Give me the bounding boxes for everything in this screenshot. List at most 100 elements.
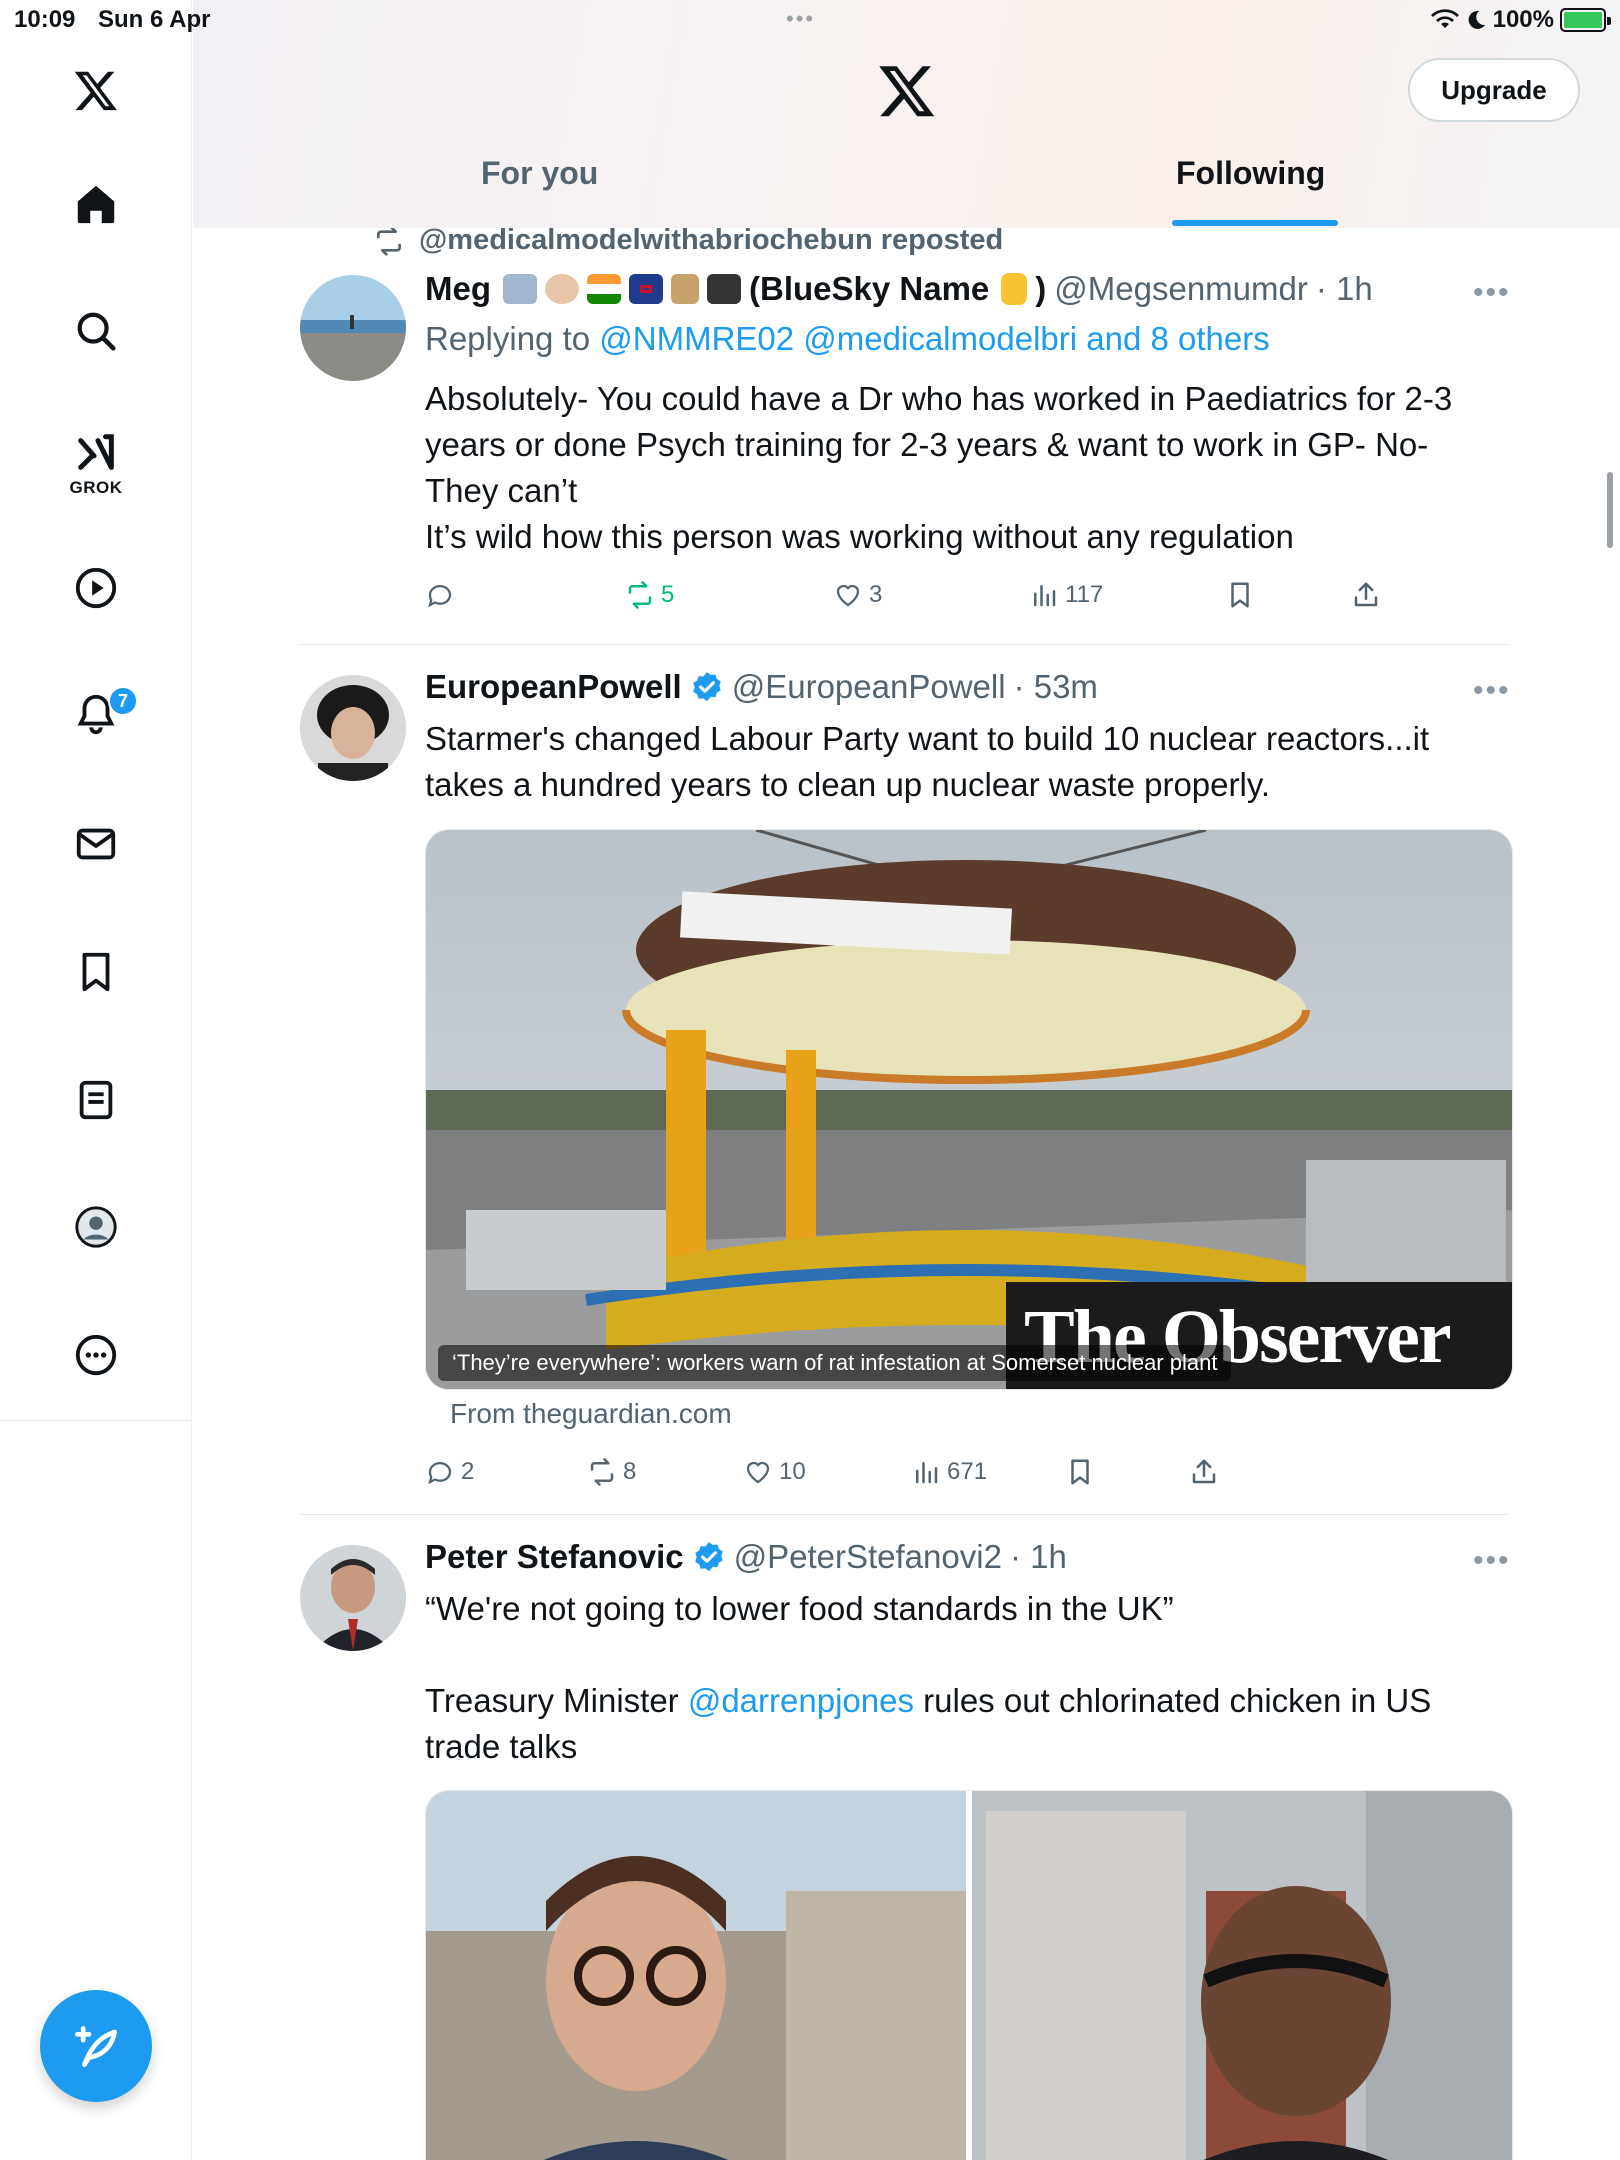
repost-button[interactable]: 8	[587, 1457, 636, 1487]
views-button[interactable]: 117	[1029, 580, 1103, 610]
family-emoji-icon	[503, 274, 537, 304]
bookmark-icon	[1231, 582, 1249, 608]
india-flag-emoji-icon	[587, 274, 621, 304]
tweet-divider	[300, 1514, 1508, 1515]
tweet-text-line: takes a hundred years to clean up nuclea…	[425, 766, 1271, 803]
cricket-emoji-icon	[671, 274, 699, 304]
link-card-image[interactable]: The Observer ‘They’re everywhere’: worke…	[425, 829, 1513, 1390]
views-chart-icon	[916, 1462, 938, 1484]
tweet-text-blank-line	[425, 1632, 1495, 1678]
lists-icon[interactable]	[62, 1066, 130, 1134]
tweet-more-options-icon[interactable]: •••	[1473, 276, 1511, 310]
tweet-text-prefix: Treasury Minister	[425, 1682, 679, 1719]
views-chart-icon	[1034, 585, 1056, 607]
wifi-icon	[1430, 9, 1459, 29]
moon-icon	[1468, 10, 1485, 29]
repost-icon	[628, 581, 652, 609]
more-options-icon[interactable]	[62, 1321, 130, 1389]
repost-count: 8	[623, 1458, 637, 1485]
tab-following[interactable]: Following	[1176, 155, 1325, 192]
tweet-text-line: They can’t	[425, 472, 578, 509]
tweet-more-options-icon[interactable]: •••	[1473, 674, 1511, 708]
author-handle[interactable]: @EuropeanPowell	[732, 668, 1006, 706]
tweet-text: Starmer's changed Labour Party want to b…	[425, 716, 1495, 808]
tweet-header: Peter Stefanovic @PeterStefanovi2 · 1h	[425, 1538, 1067, 1576]
tweet-time[interactable]: · 1h	[1316, 270, 1373, 308]
tweet-text-line: years or done Psych training for 2-3 yea…	[425, 426, 1429, 463]
tweet-text-line: trade talks	[425, 1728, 578, 1765]
avatar[interactable]	[300, 675, 406, 781]
multitasking-dots-icon[interactable]: •••	[786, 6, 815, 32]
views-button[interactable]: 671	[911, 1457, 987, 1487]
avatar[interactable]	[300, 275, 406, 381]
split-interview-photo	[426, 1791, 1512, 2160]
mention-link[interactable]: @darrenpjones	[688, 1682, 914, 1719]
tweet-text-suffix: rules out chlorinated chicken in US	[923, 1682, 1432, 1719]
card-caption: ‘They’re everywhere’: workers warn of ra…	[438, 1345, 1232, 1381]
upgrade-button[interactable]: Upgrade	[1408, 58, 1580, 122]
messages-envelope-icon[interactable]	[62, 810, 130, 878]
reply-count: 2	[461, 1458, 475, 1485]
replying-prefix: Replying to	[425, 320, 591, 357]
share-button[interactable]	[1189, 1457, 1219, 1487]
repost-by-text: @medicalmodelwithabriochebun reposted	[419, 228, 1004, 256]
tweet-more-options-icon[interactable]: •••	[1473, 1544, 1511, 1578]
tweet-header: Meg (BlueSky Name ) @Megsenmumdr · 1h	[425, 270, 1373, 308]
tweet-text-line: It’s wild how this person was working wi…	[425, 518, 1294, 555]
tweet-time[interactable]: · 53m	[1014, 668, 1098, 706]
author-name[interactable]: Peter Stefanovic	[425, 1538, 684, 1576]
author-name[interactable]: Meg	[425, 270, 491, 308]
tweet-text-line: “We're not going to lower food standards…	[425, 1590, 1174, 1627]
share-icon	[1192, 1459, 1216, 1484]
reply-button[interactable]	[425, 580, 455, 610]
share-button[interactable]	[1351, 580, 1381, 610]
home-icon[interactable]	[62, 170, 130, 238]
author-handle[interactable]: @Megsenmumdr	[1054, 270, 1308, 308]
replying-to: Replying to @NMMRE02 @medicalmodelbri an…	[425, 320, 1270, 358]
author-name-close: )	[1035, 270, 1047, 307]
battery-percent: 100%	[1492, 6, 1554, 33]
like-button[interactable]: 10	[743, 1457, 806, 1487]
tweet-media-image[interactable]	[425, 1790, 1513, 2160]
tweet-text-line: Starmer's changed Labour Party want to b…	[425, 720, 1430, 757]
tweet-text: “We're not going to lower food standards…	[425, 1586, 1495, 1770]
compose-feather-icon	[75, 2026, 117, 2067]
profile-avatar-icon[interactable]	[62, 1193, 130, 1261]
like-button[interactable]: 3	[833, 580, 882, 610]
tweet-actions: 2 8 10 671	[425, 1457, 1425, 1497]
heart-icon	[746, 1461, 770, 1484]
uk-flag-emoji-icon	[629, 274, 663, 304]
notification-badge: 7	[108, 686, 138, 716]
status-date: Sun 6 Apr	[98, 6, 211, 33]
avatar[interactable]	[300, 1545, 406, 1651]
active-tab-indicator	[1172, 220, 1338, 226]
compose-post-button[interactable]	[40, 1990, 152, 2102]
author-handle[interactable]: @PeterStefanovi2	[734, 1538, 1002, 1576]
tweet-text-line: Absolutely- You could have a Dr who has …	[425, 380, 1453, 417]
pointing-down-emoji-icon	[1001, 273, 1028, 305]
video-play-icon[interactable]	[62, 554, 130, 622]
status-bar: 10:09 Sun 6 Apr ••• 100%	[0, 0, 1620, 40]
tab-for-you[interactable]: For you	[481, 155, 598, 192]
share-icon	[1354, 582, 1378, 607]
grok-label: GROK	[69, 478, 123, 497]
battery-icon	[1560, 8, 1611, 32]
x-logo-icon[interactable]	[62, 56, 130, 124]
status-time: 10:09	[14, 6, 76, 33]
like-count: 3	[869, 581, 883, 608]
reply-button[interactable]: 2	[425, 1457, 474, 1487]
tweet-actions: 5 3 117	[425, 580, 1425, 620]
bookmark-icon[interactable]	[62, 938, 130, 1006]
card-source[interactable]: From theguardian.com	[450, 1398, 732, 1430]
tweet-time[interactable]: · 1h	[1010, 1538, 1067, 1576]
x-header-logo-icon[interactable]	[877, 60, 937, 120]
repost-count: 5	[661, 581, 675, 608]
bookmark-button[interactable]	[1065, 1457, 1095, 1487]
bookmark-button[interactable]	[1225, 580, 1255, 610]
repost-button[interactable]: 5	[625, 580, 674, 610]
search-icon[interactable]	[62, 297, 130, 365]
author-name[interactable]: EuropeanPowell	[425, 668, 682, 706]
feed-scrollbar[interactable]	[1607, 472, 1613, 548]
verified-badge-icon	[692, 672, 721, 702]
replying-to-users[interactable]: @NMMRE02 @medicalmodelbri and 8 others	[599, 320, 1269, 357]
